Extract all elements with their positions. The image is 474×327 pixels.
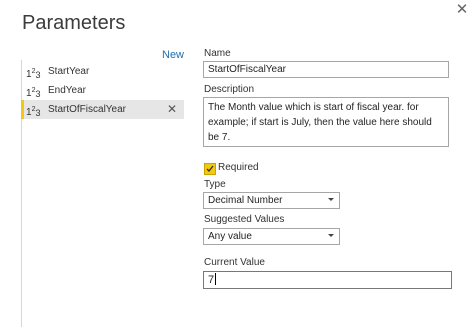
current-value-text: 7 [208, 274, 215, 286]
type-label: Type [204, 179, 226, 190]
parameter-item-startoffiscalyear[interactable]: 123 StartOfFiscalYear ✕ [21, 100, 184, 119]
current-value-label: Current Value [204, 257, 265, 268]
checkmark-icon [206, 165, 214, 173]
suggested-values-value: Any value [208, 231, 252, 242]
parameter-item-endyear[interactable]: 123 EndYear [22, 81, 184, 100]
name-input[interactable]: StartOfFiscalYear [203, 61, 449, 78]
parameter-list: 123 StartYear 123 EndYear 123 StartOfFis… [21, 62, 184, 119]
required-checkbox[interactable] [204, 163, 216, 175]
number-type-icon: 123 [26, 106, 41, 118]
close-icon[interactable]: ✕ [455, 2, 469, 18]
required-label: Required [218, 162, 259, 173]
chevron-down-icon [328, 234, 334, 237]
parameter-label: EndYear [48, 85, 86, 96]
chevron-down-icon [328, 198, 334, 201]
dialog-title: Parameters [22, 12, 126, 34]
parameter-label: StartYear [48, 66, 90, 77]
new-parameter-link[interactable]: New [162, 49, 184, 61]
description-textarea[interactable]: The Month value which is start of fiscal… [203, 97, 449, 147]
suggested-values-label: Suggested Values [204, 214, 285, 225]
parameter-item-startyear[interactable]: 123 StartYear [22, 62, 184, 81]
current-value-input[interactable]: 7 [203, 271, 452, 289]
parameter-label: StartOfFiscalYear [48, 104, 126, 115]
delete-parameter-icon[interactable]: ✕ [167, 100, 177, 119]
name-label: Name [204, 48, 231, 59]
type-dropdown[interactable]: Decimal Number [203, 192, 340, 209]
description-label: Description [204, 84, 255, 95]
type-value: Decimal Number [208, 195, 283, 206]
suggested-values-dropdown[interactable]: Any value [203, 228, 340, 245]
text-cursor [215, 273, 217, 285]
